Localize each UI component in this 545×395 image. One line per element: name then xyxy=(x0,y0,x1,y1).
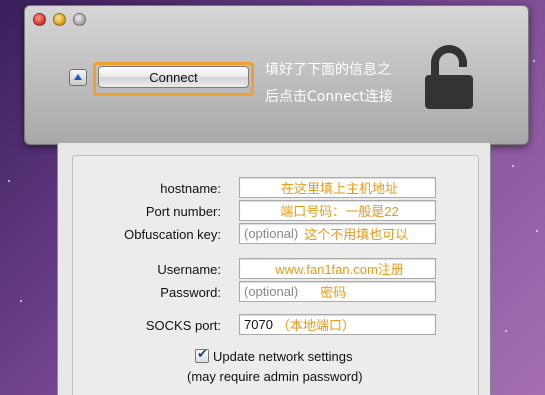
port-field[interactable]: 端口号码：一般是22 xyxy=(239,200,436,221)
connect-hint: 填好了下面的信息之 后点击Connect连接 xyxy=(265,57,415,111)
desktop-star xyxy=(20,300,22,302)
connect-hint-line1: 填好了下面的信息之 xyxy=(265,62,391,78)
password-annotation: 密码 xyxy=(320,285,347,300)
connect-hint-line2: 后点击Connect连接 xyxy=(265,89,393,105)
minimize-icon[interactable] xyxy=(53,13,66,26)
desktop-star xyxy=(505,330,507,332)
connect-button[interactable]: Connect xyxy=(98,66,249,88)
password-field[interactable]: (optional) 密码 xyxy=(239,281,436,302)
desktop-star xyxy=(536,230,538,232)
username-annotation: www.fan1fan.com注册 xyxy=(275,262,404,277)
unlocked-padlock-icon xyxy=(425,45,473,109)
desktop-star xyxy=(512,165,514,167)
obfuscation-label: Obfuscation key: xyxy=(124,227,221,242)
triangle-up-icon[interactable] xyxy=(69,69,87,86)
socks-port-annotation: （本地端口） xyxy=(276,318,355,333)
hostname-annotation: 在这里填上主机地址 xyxy=(280,181,398,196)
socks-port-field[interactable]: 7070 （本地端口） xyxy=(239,314,436,335)
close-icon[interactable] xyxy=(33,13,46,26)
zoom-icon[interactable] xyxy=(73,13,86,26)
username-label: Username: xyxy=(157,262,221,277)
admin-password-note: (may require admin password) xyxy=(187,369,363,384)
obfuscation-field[interactable]: (optional) 这个不用填也可以 xyxy=(239,223,436,244)
hostname-field[interactable]: 在这里填上主机地址 xyxy=(239,177,436,198)
toolbar-window: Connect 填好了下面的信息之 后点击Connect连接 xyxy=(24,5,529,145)
socks-port-label: SOCKS port: xyxy=(145,318,221,333)
password-placeholder: (optional) xyxy=(244,284,299,299)
obfuscation-annotation: 这个不用填也可以 xyxy=(304,227,409,242)
password-label: Password: xyxy=(160,285,221,300)
username-field[interactable]: www.fan1fan.com注册 xyxy=(239,258,436,279)
update-network-label[interactable]: Update network settings xyxy=(213,349,352,364)
desktop-star xyxy=(8,180,10,182)
obfuscation-placeholder: (optional) xyxy=(244,226,299,241)
port-label: Port number: xyxy=(145,204,221,219)
socks-port-value: 7070 xyxy=(244,317,273,332)
desktop-star xyxy=(533,60,535,62)
port-annotation: 端口号码：一般是22 xyxy=(280,204,399,219)
update-network-checkbox[interactable] xyxy=(195,347,209,363)
hostname-label: hostname: xyxy=(160,181,221,196)
